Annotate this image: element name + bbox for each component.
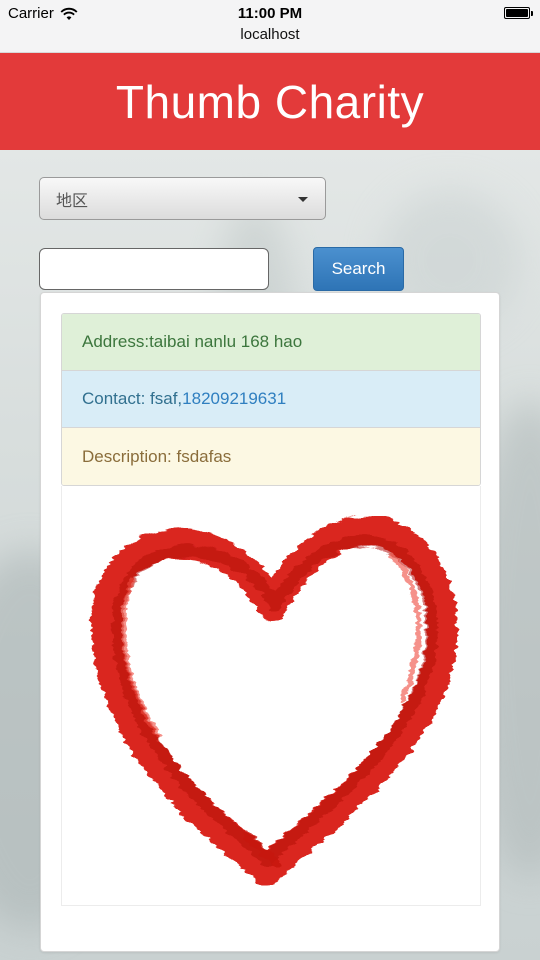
search-button-label: Search <box>331 259 386 278</box>
heart-image-icon <box>91 515 458 886</box>
contact-row: Contact: fsaf, 18209219631 <box>62 371 480 428</box>
contact-phone-link[interactable]: 18209219631 <box>182 389 286 409</box>
charity-image <box>61 486 481 906</box>
address-text: Address:taibai nanlu 168 hao <box>82 332 303 351</box>
address-bar-url[interactable]: localhost <box>0 26 540 43</box>
description-text: Description: fsdafas <box>82 446 232 466</box>
app-header: Thumb Charity <box>0 53 540 150</box>
search-button[interactable]: Search <box>313 247 404 291</box>
info-list: Address:taibai nanlu 168 hao Contact: fs… <box>61 313 481 486</box>
contact-text: Contact: fsaf, <box>82 389 183 408</box>
result-panel: Address:taibai nanlu 168 hao Contact: fs… <box>40 292 500 952</box>
address-row: Address:taibai nanlu 168 hao <box>62 314 480 371</box>
search-input[interactable] <box>39 248 269 290</box>
clock: 11:00 PM <box>237 5 303 22</box>
app-title: Thumb Charity <box>115 75 425 128</box>
region-select-value: 地区 <box>56 192 89 210</box>
status-bar: Carrier 11:00 PM localhost <box>0 0 540 53</box>
description-row: Description: fsdafas <box>62 428 480 485</box>
chevron-down-icon <box>298 197 308 202</box>
battery-icon <box>504 7 533 19</box>
region-select[interactable]: 地区 <box>39 177 326 220</box>
